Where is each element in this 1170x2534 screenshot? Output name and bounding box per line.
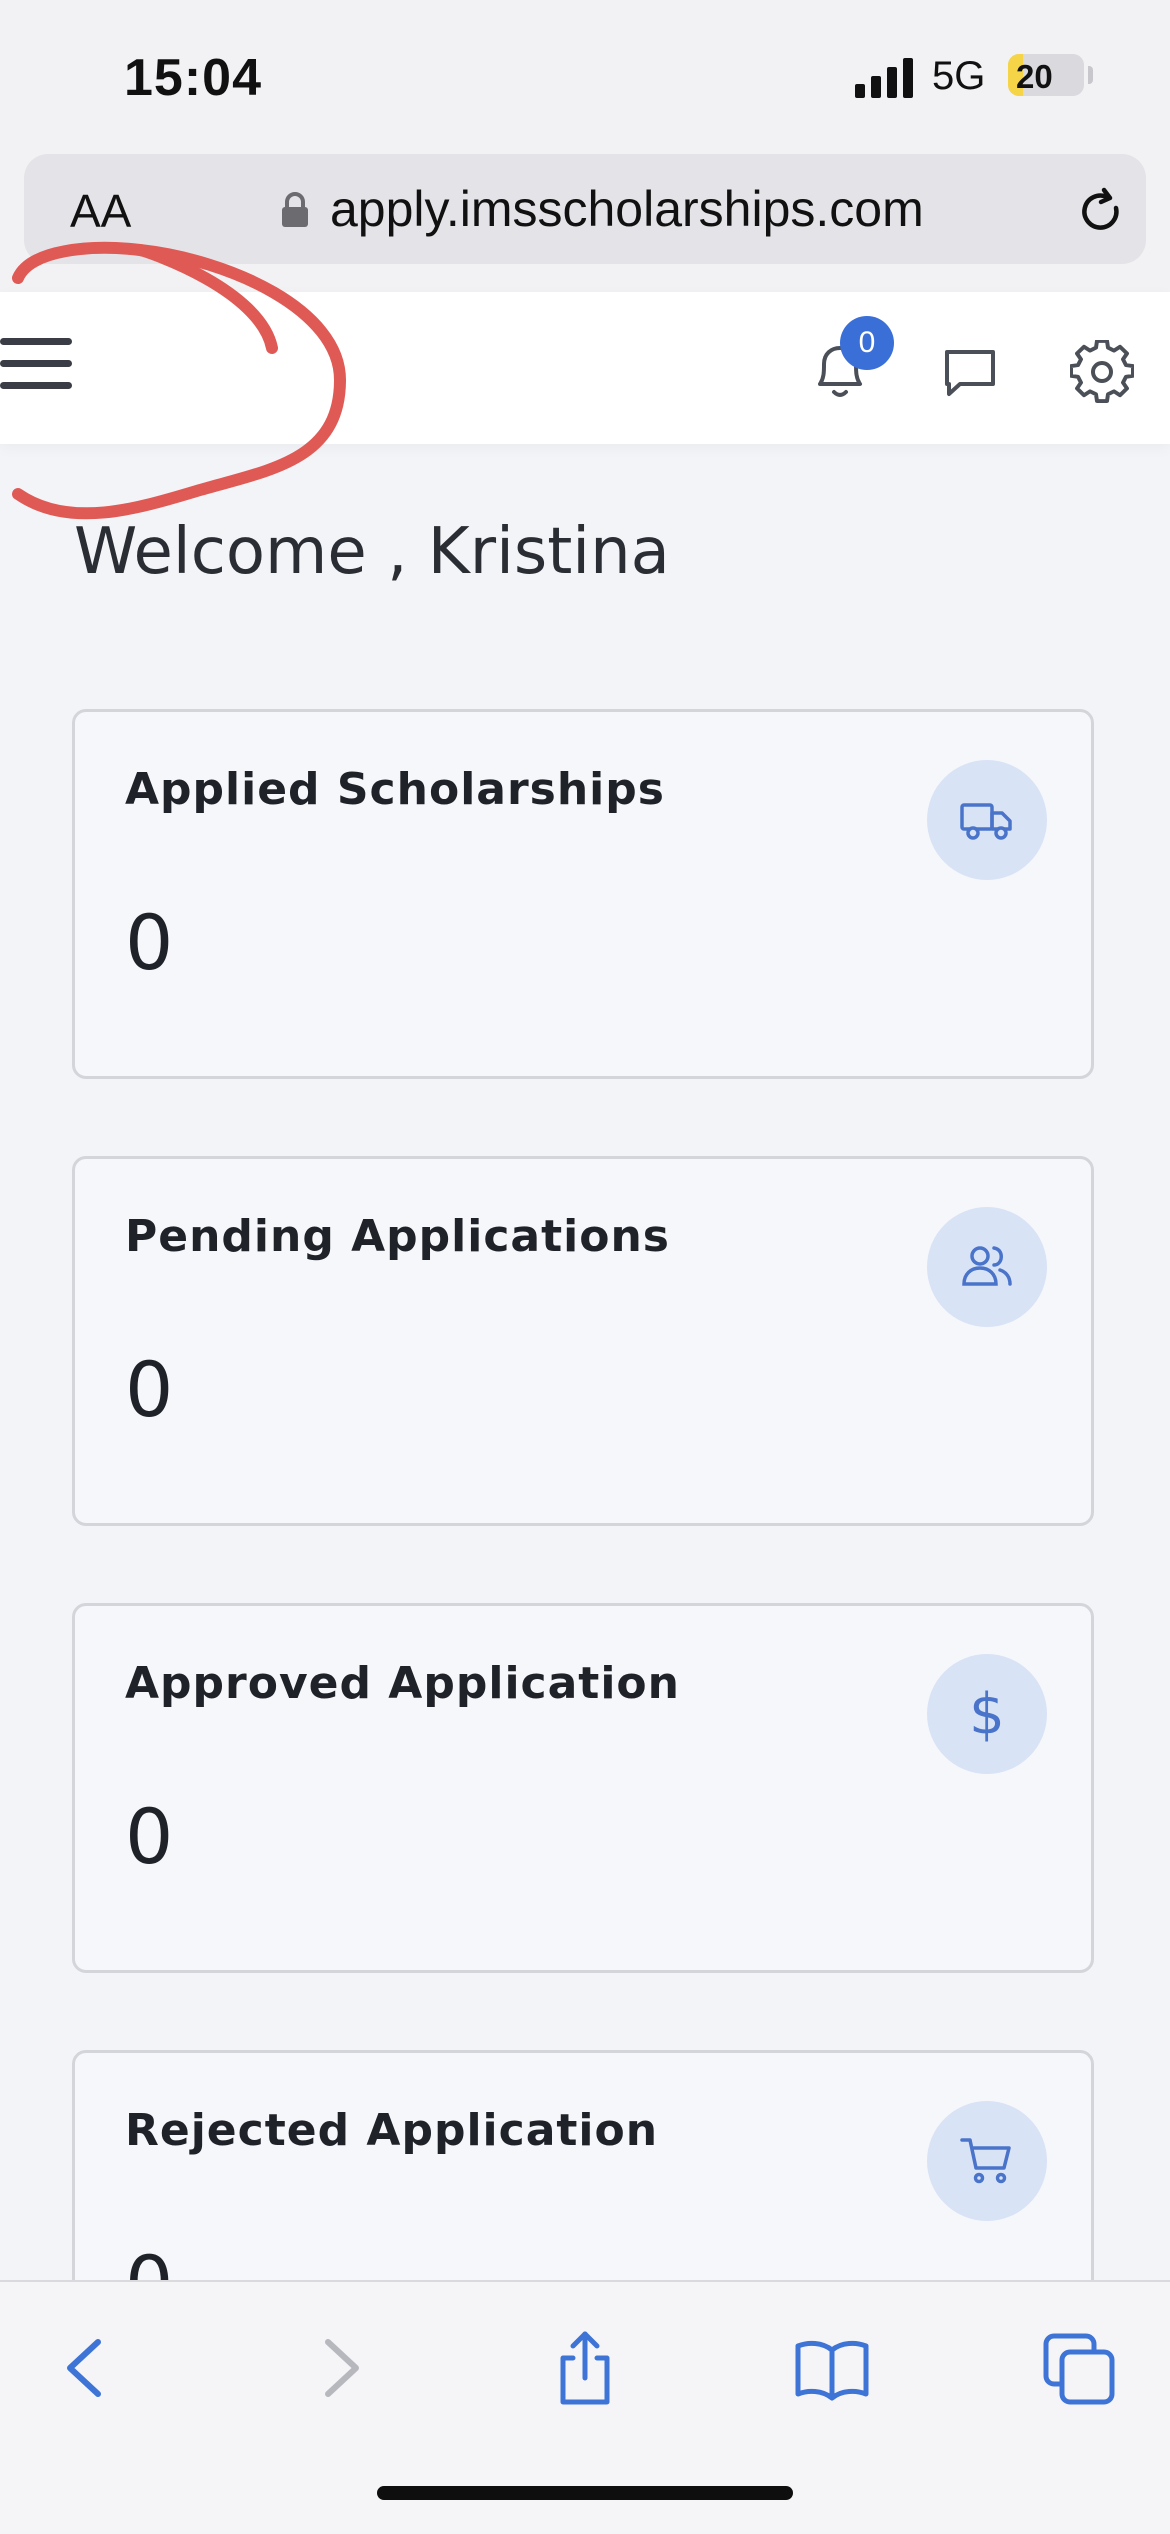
cellular-signal-icon	[855, 58, 913, 98]
status-time: 15:04	[124, 49, 262, 107]
dollar-glyph: $	[969, 1681, 1005, 1747]
status-bar: 15:04 5G 20	[0, 0, 1170, 150]
menu-line	[0, 338, 72, 345]
battery-tip	[1088, 66, 1093, 84]
menu-toggle-button[interactable]	[0, 336, 76, 396]
url-text[interactable]: apply.imsscholarships.com	[330, 180, 924, 238]
battery-icon: 20	[1008, 54, 1084, 96]
back-icon[interactable]	[46, 2328, 126, 2408]
cart-icon	[927, 2101, 1047, 2221]
pending-applications-card[interactable]: Pending Applications 0	[72, 1156, 1094, 1526]
lock-icon	[282, 192, 308, 227]
chat-icon[interactable]	[942, 346, 998, 400]
reload-icon[interactable]	[1076, 186, 1126, 236]
notification-badge: 0	[840, 316, 894, 370]
card-title: Rejected Application	[125, 2105, 659, 2156]
app-header: 0	[0, 292, 1170, 444]
dollar-icon: $	[927, 1654, 1047, 1774]
home-indicator	[377, 2486, 793, 2500]
card-value: 0	[125, 1345, 174, 1434]
card-value: 0	[125, 1792, 174, 1881]
users-icon	[927, 1207, 1047, 1327]
gear-icon[interactable]	[1070, 340, 1134, 404]
applied-scholarships-card[interactable]: Applied Scholarships 0	[72, 709, 1094, 1079]
welcome-heading: Welcome , Kristina	[74, 515, 670, 589]
network-type: 5G	[932, 54, 986, 98]
share-icon[interactable]	[545, 2328, 625, 2408]
menu-line	[0, 360, 72, 367]
menu-line	[0, 382, 72, 389]
text-size-button[interactable]: AA	[70, 184, 131, 238]
browser-address-area: AA apply.imsscholarships.com	[0, 150, 1170, 294]
card-title: Applied Scholarships	[125, 764, 665, 815]
battery-percent: 20	[1016, 58, 1053, 95]
bookmarks-icon[interactable]	[792, 2328, 872, 2408]
tabs-icon[interactable]	[1040, 2328, 1120, 2408]
card-title: Pending Applications	[125, 1211, 670, 1262]
card-title: Approved Application	[125, 1658, 680, 1709]
truck-icon	[927, 760, 1047, 880]
approved-application-card[interactable]: Approved Application 0 $	[72, 1603, 1094, 1973]
address-bar[interactable]: AA apply.imsscholarships.com	[24, 154, 1146, 264]
forward-icon[interactable]	[300, 2328, 380, 2408]
card-value: 0	[125, 898, 174, 987]
